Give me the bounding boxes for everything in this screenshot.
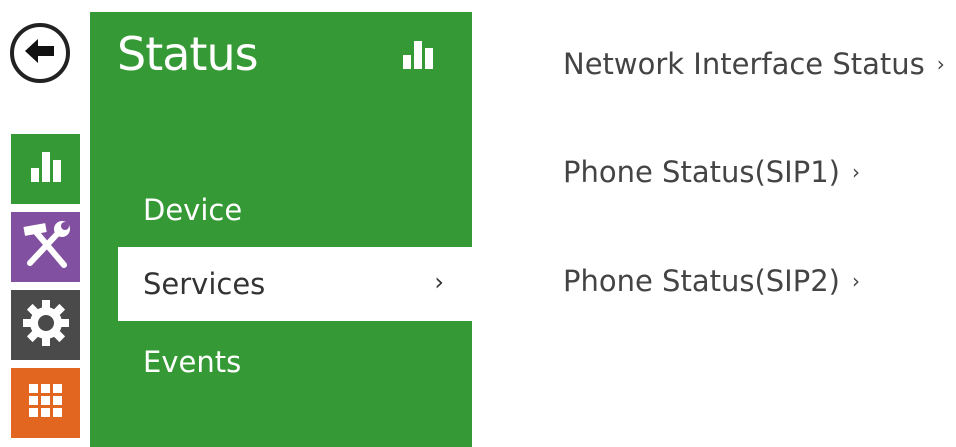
menu-item-services[interactable]: Services › [118,247,472,321]
nav-settings[interactable] [11,290,80,360]
nav-status[interactable] [11,134,80,204]
nav-apps[interactable] [11,368,80,438]
network-interface-status-link[interactable]: Network Interface Status › [563,47,945,81]
gear-icon [21,298,71,352]
menu-item-events[interactable]: Events [118,325,472,399]
bar-chart-icon [26,150,66,188]
menu-item-device[interactable]: Device [118,173,472,247]
status-panel: Status Device Services › Events [90,12,472,447]
menu-item-label: Device [143,193,243,227]
link-label: Network Interface Status [563,47,925,81]
bar-chart-icon [399,40,437,74]
chevron-right-icon: › [852,269,860,293]
tools-icon [18,217,74,277]
arrow-left-icon [23,36,57,70]
grid-icon [28,384,63,422]
link-label: Phone Status(SIP2) [563,264,840,298]
menu-item-label: Services [143,267,266,301]
link-label: Phone Status(SIP1) [563,155,840,189]
phone-status-sip2-link[interactable]: Phone Status(SIP2) › [563,264,860,298]
chevron-right-icon: › [936,52,945,76]
phone-status-sip1-link[interactable]: Phone Status(SIP1) › [563,155,860,189]
panel-title: Status [117,27,259,81]
back-button[interactable] [10,23,70,83]
chevron-right-icon: › [852,160,860,184]
menu-item-label: Events [143,345,242,379]
chevron-right-icon: › [434,268,444,296]
nav-services[interactable] [11,212,80,282]
